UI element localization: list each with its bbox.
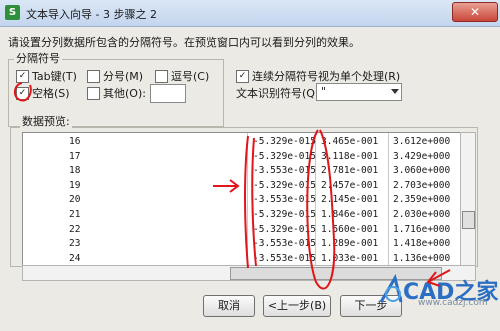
space-checkbox[interactable]: ✓ — [16, 87, 29, 100]
cancel-button[interactable]: 取消 — [203, 295, 255, 317]
instruction-text: 请设置分列数据所包含的分隔符号。在预览窗口内可以看到分列的效果。 — [8, 36, 360, 49]
table-row: 18 -3.553e-015 2.781e-001 3.060e+000 — [23, 165, 461, 179]
spreadsheet-app-icon: S — [5, 5, 20, 20]
other-delimiter-input[interactable] — [150, 84, 186, 103]
table-row: 20 -3.553e-015 2.145e-001 2.359e+000 — [23, 194, 461, 208]
consecutive-checkbox[interactable]: ✓ — [236, 70, 249, 83]
table-cell: 1.033e-001 — [321, 252, 379, 264]
table-cell: 2.359e+000 — [393, 194, 451, 206]
comma-checkbox[interactable] — [155, 70, 168, 83]
table-row: 22 -5.329e-015 1.560e-001 1.716e+000 — [23, 224, 461, 238]
table-cell: -5.329e-015 — [253, 150, 316, 162]
table-cell: 3.429e+000 — [393, 150, 451, 162]
table-cell: 3.118e-001 — [321, 150, 379, 162]
table-cell: 1.136e+000 — [393, 252, 451, 264]
table-cell: -3.553e-015 — [253, 252, 316, 264]
watermark-subtext: www.cadzj.com — [418, 298, 488, 308]
table-cell: -3.553e-015 — [253, 238, 316, 250]
table-cell: -5.329e-015 — [253, 209, 316, 220]
table-cell: 1.846e-001 — [321, 209, 379, 220]
table-cell: -5.329e-015 — [253, 136, 316, 147]
vertical-scrollbar[interactable] — [460, 132, 476, 267]
table-cell: 22 — [69, 223, 81, 235]
table-cell: 18 — [69, 165, 81, 177]
table-cell: -3.553e-015 — [253, 165, 316, 177]
table-cell: 21 — [69, 209, 81, 220]
consecutive-checkbox-label: 连续分隔符号视为单个处理(R) — [252, 70, 401, 83]
window-title: 文本导入向导 - 3 步骤之 2 — [26, 8, 157, 21]
space-checkbox-label: 空格(S) — [32, 87, 70, 100]
table-cell: -3.553e-015 — [253, 194, 316, 206]
other-checkbox[interactable] — [87, 87, 100, 100]
text-qualifier-label: 文本识别符号(Q): — [236, 87, 323, 100]
text-qualifier-select[interactable]: " — [316, 83, 402, 101]
table-cell: 23 — [69, 238, 81, 250]
vertical-scroll-thumb[interactable] — [462, 211, 475, 229]
table-cell: 2.145e-001 — [321, 194, 379, 206]
table-cell: 19 — [69, 179, 81, 191]
preview-label: 数据预览: — [20, 113, 72, 129]
tab-checkbox-label: Tab键(T) — [32, 70, 77, 83]
table-cell: 1.289e-001 — [321, 238, 379, 250]
table-cell: 2.781e-001 — [321, 165, 379, 177]
close-button[interactable]: ✕ — [452, 2, 498, 22]
table-row: 16 -5.329e-015 3.465e-001 3.612e+000 — [23, 136, 461, 150]
table-cell: 2.030e+000 — [393, 209, 451, 220]
semicolon-checkbox-label: 分号(M) — [103, 70, 144, 83]
table-row: 23 -3.553e-015 1.289e-001 1.418e+000 — [23, 238, 461, 252]
table-cell: 1.418e+000 — [393, 238, 451, 250]
table-cell: 3.612e+000 — [393, 136, 451, 147]
table-row: 17 -5.329e-015 3.118e-001 3.429e+000 — [23, 151, 461, 165]
semicolon-checkbox[interactable] — [87, 70, 100, 83]
table-cell: 2.703e+000 — [393, 179, 451, 191]
table-cell: 2.457e-001 — [321, 179, 379, 191]
text-qualifier-value: " — [321, 85, 327, 98]
delimiters-group-label: 分隔符号 — [14, 50, 62, 66]
table-cell: 3.060e+000 — [393, 165, 451, 177]
table-cell: -5.329e-015 — [253, 179, 316, 191]
table-cell: -5.329e-015 — [253, 223, 316, 235]
table-row: 21 -5.329e-015 1.846e-001 2.030e+000 — [23, 209, 461, 223]
back-button[interactable]: <上一步(B) — [263, 295, 331, 317]
table-cell: 24 — [69, 252, 81, 264]
tab-checkbox[interactable]: ✓ — [16, 70, 29, 83]
table-cell: 20 — [69, 194, 81, 206]
comma-checkbox-label: 逗号(C) — [171, 70, 210, 83]
chevron-down-icon — [391, 89, 399, 94]
preview-grid[interactable]: 16 -5.329e-015 3.465e-001 3.612e+000 17 -5.32… — [22, 132, 462, 267]
table-cell: 17 — [69, 150, 81, 162]
table-row: 19 -5.329e-015 2.457e-001 2.703e+000 — [23, 180, 461, 194]
table-cell: 1.560e-001 — [321, 223, 379, 235]
title-bar: S 文本导入向导 - 3 步骤之 2 ✕ — [0, 0, 500, 27]
other-checkbox-label: 其他(O): — [103, 87, 146, 100]
table-cell: 3.465e-001 — [321, 136, 379, 147]
table-cell: 16 — [69, 136, 81, 147]
table-cell: 1.716e+000 — [393, 223, 451, 235]
